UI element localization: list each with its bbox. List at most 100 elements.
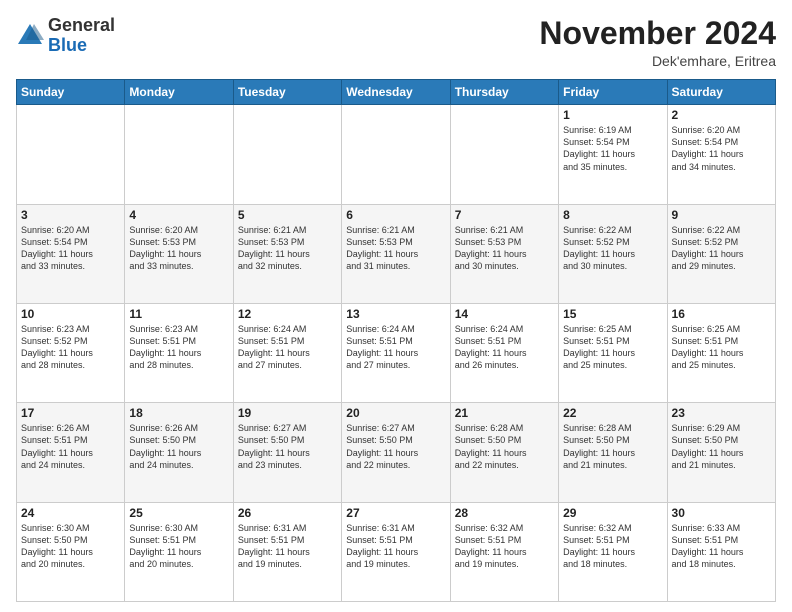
day-info: Sunrise: 6:30 AM Sunset: 5:50 PM Dayligh… [21,522,120,571]
day-info: Sunrise: 6:24 AM Sunset: 5:51 PM Dayligh… [346,323,445,372]
calendar-cell [342,105,450,204]
calendar-cell: 10Sunrise: 6:23 AM Sunset: 5:52 PM Dayli… [17,303,125,402]
col-saturday: Saturday [667,80,775,105]
calendar-cell: 5 Sunrise: 6:21 AM Sunset: 5:53 PM Daylig… [233,204,341,303]
calendar-cell [17,105,125,204]
day-info: Sunrise: 6:21 AM Sunset: 5:53 PM Dayligh… [238,224,337,273]
day-info: Sunrise: 6:25 AM Sunset: 5:51 PM Dayligh… [563,323,662,372]
calendar-header-row: Sunday Monday Tuesday Wednesday Thursday… [17,80,776,105]
day-info: Sunrise: 6:24 AM Sunset: 5:51 PM Dayligh… [238,323,337,372]
day-number: 27 [346,506,445,520]
day-info: Sunrise: 6:21 AM Sunset: 5:53 PM Dayligh… [346,224,445,273]
day-info: Sunrise: 6:22 AM Sunset: 5:52 PM Dayligh… [563,224,662,273]
day-number: 14 [455,307,554,321]
day-number: 3 [21,208,120,222]
calendar-cell: 26 Sunrise: 6:31 AM Sunset: 5:51 PM Dayli… [233,502,341,601]
page: General Blue November 2024 Dek'emhare, E… [0,0,792,612]
calendar-cell: 2Sunrise: 6:20 AM Sunset: 5:54 PM Daylig… [667,105,775,204]
day-number: 24 [21,506,120,520]
calendar-week-row: 3Sunrise: 6:20 AM Sunset: 5:54 PM Daylig… [17,204,776,303]
calendar-cell [233,105,341,204]
calendar-cell: 29 Sunrise: 6:32 AM Sunset: 5:51 PM Dayli… [559,502,667,601]
calendar-week-row: 24 Sunrise: 6:30 AM Sunset: 5:50 PM Dayli… [17,502,776,601]
calendar-cell: 24 Sunrise: 6:30 AM Sunset: 5:50 PM Dayli… [17,502,125,601]
day-number: 13 [346,307,445,321]
day-number: 23 [672,406,771,420]
day-number: 26 [238,506,337,520]
day-info: Sunrise: 6:30 AM Sunset: 5:51 PM Dayligh… [129,522,228,571]
day-number: 2 [672,108,771,122]
day-info: Sunrise: 6:28 AM Sunset: 5:50 PM Dayligh… [563,422,662,471]
day-number: 19 [238,406,337,420]
day-info: Sunrise: 6:32 AM Sunset: 5:51 PM Dayligh… [563,522,662,571]
calendar-cell: 22 Sunrise: 6:28 AM Sunset: 5:50 PM Dayli… [559,403,667,502]
calendar-cell: 6 Sunrise: 6:21 AM Sunset: 5:53 PM Daylig… [342,204,450,303]
day-number: 12 [238,307,337,321]
day-info: Sunrise: 6:20 AM Sunset: 5:53 PM Dayligh… [129,224,228,273]
day-info: Sunrise: 6:31 AM Sunset: 5:51 PM Dayligh… [238,522,337,571]
calendar-cell: 27 Sunrise: 6:31 AM Sunset: 5:51 PM Dayli… [342,502,450,601]
day-info: Sunrise: 6:26 AM Sunset: 5:50 PM Dayligh… [129,422,228,471]
day-number: 28 [455,506,554,520]
day-number: 29 [563,506,662,520]
calendar-cell: 18Sunrise: 6:26 AM Sunset: 5:50 PM Dayli… [125,403,233,502]
calendar-cell: 11 Sunrise: 6:23 AM Sunset: 5:51 PM Dayli… [125,303,233,402]
col-sunday: Sunday [17,80,125,105]
header: General Blue November 2024 Dek'emhare, E… [16,16,776,69]
day-number: 22 [563,406,662,420]
day-number: 9 [672,208,771,222]
calendar-cell [450,105,558,204]
day-info: Sunrise: 6:31 AM Sunset: 5:51 PM Dayligh… [346,522,445,571]
day-info: Sunrise: 6:29 AM Sunset: 5:50 PM Dayligh… [672,422,771,471]
day-info: Sunrise: 6:23 AM Sunset: 5:51 PM Dayligh… [129,323,228,372]
day-info: Sunrise: 6:21 AM Sunset: 5:53 PM Dayligh… [455,224,554,273]
calendar-cell: 3Sunrise: 6:20 AM Sunset: 5:54 PM Daylig… [17,204,125,303]
calendar-cell: 23 Sunrise: 6:29 AM Sunset: 5:50 PM Dayli… [667,403,775,502]
calendar-cell: 28 Sunrise: 6:32 AM Sunset: 5:51 PM Dayli… [450,502,558,601]
logo: General Blue [16,16,115,56]
logo-general-text: General [48,15,115,35]
calendar-cell: 16Sunrise: 6:25 AM Sunset: 5:51 PM Dayli… [667,303,775,402]
calendar-week-row: 10Sunrise: 6:23 AM Sunset: 5:52 PM Dayli… [17,303,776,402]
calendar-cell: 25 Sunrise: 6:30 AM Sunset: 5:51 PM Dayli… [125,502,233,601]
calendar-cell: 12 Sunrise: 6:24 AM Sunset: 5:51 PM Dayli… [233,303,341,402]
calendar-cell: 4 Sunrise: 6:20 AM Sunset: 5:53 PM Daylig… [125,204,233,303]
logo-icon [16,22,44,50]
day-number: 11 [129,307,228,321]
col-monday: Monday [125,80,233,105]
calendar-cell: 1Sunrise: 6:19 AM Sunset: 5:54 PM Daylig… [559,105,667,204]
calendar-week-row: 17 Sunrise: 6:26 AM Sunset: 5:51 PM Dayli… [17,403,776,502]
day-number: 17 [21,406,120,420]
day-number: 30 [672,506,771,520]
day-number: 6 [346,208,445,222]
day-info: Sunrise: 6:19 AM Sunset: 5:54 PM Dayligh… [563,124,662,173]
calendar-cell: 19Sunrise: 6:27 AM Sunset: 5:50 PM Dayli… [233,403,341,502]
calendar-cell [125,105,233,204]
col-friday: Friday [559,80,667,105]
day-number: 20 [346,406,445,420]
location: Dek'emhare, Eritrea [539,53,776,69]
day-info: Sunrise: 6:32 AM Sunset: 5:51 PM Dayligh… [455,522,554,571]
day-number: 15 [563,307,662,321]
calendar-cell: 13 Sunrise: 6:24 AM Sunset: 5:51 PM Dayli… [342,303,450,402]
month-title: November 2024 [539,16,776,51]
day-number: 7 [455,208,554,222]
title-block: November 2024 Dek'emhare, Eritrea [539,16,776,69]
calendar-cell: 21 Sunrise: 6:28 AM Sunset: 5:50 PM Dayli… [450,403,558,502]
col-wednesday: Wednesday [342,80,450,105]
day-info: Sunrise: 6:27 AM Sunset: 5:50 PM Dayligh… [346,422,445,471]
calendar-week-row: 1Sunrise: 6:19 AM Sunset: 5:54 PM Daylig… [17,105,776,204]
day-number: 4 [129,208,228,222]
day-info: Sunrise: 6:26 AM Sunset: 5:51 PM Dayligh… [21,422,120,471]
day-number: 10 [21,307,120,321]
day-number: 25 [129,506,228,520]
day-number: 21 [455,406,554,420]
day-info: Sunrise: 6:33 AM Sunset: 5:51 PM Dayligh… [672,522,771,571]
col-thursday: Thursday [450,80,558,105]
day-info: Sunrise: 6:25 AM Sunset: 5:51 PM Dayligh… [672,323,771,372]
day-info: Sunrise: 6:28 AM Sunset: 5:50 PM Dayligh… [455,422,554,471]
col-tuesday: Tuesday [233,80,341,105]
day-number: 5 [238,208,337,222]
calendar-cell: 8Sunrise: 6:22 AM Sunset: 5:52 PM Daylig… [559,204,667,303]
calendar-cell: 20 Sunrise: 6:27 AM Sunset: 5:50 PM Dayli… [342,403,450,502]
